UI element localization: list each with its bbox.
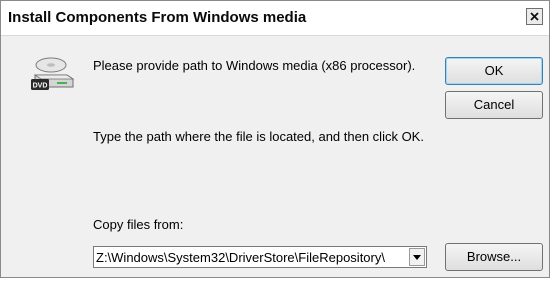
ok-button[interactable]: OK — [445, 57, 543, 85]
copy-files-label: Copy files from: — [93, 217, 184, 232]
install-components-dialog: Install Components From Windows media DV… — [0, 0, 550, 278]
dvd-badge: DVD — [33, 83, 48, 90]
path-combobox[interactable]: Z:\Windows\System32\DriverStore\FileRepo… — [93, 246, 427, 268]
title-separator — [1, 35, 549, 36]
title-bar[interactable]: Install Components From Windows media — [1, 1, 549, 35]
close-button[interactable] — [526, 8, 543, 25]
cancel-button[interactable]: Cancel — [445, 91, 543, 119]
prompt-text: Please provide path to Windows media (x8… — [93, 58, 416, 73]
browse-button[interactable]: Browse... — [445, 243, 543, 271]
dropdown-button[interactable] — [409, 248, 425, 266]
instruction-text: Type the path where the file is located,… — [93, 129, 424, 144]
dvd-drive-icon: DVD — [31, 57, 75, 90]
chevron-down-icon — [413, 255, 421, 260]
path-value[interactable]: Z:\Windows\System32\DriverStore\FileRepo… — [96, 250, 406, 265]
close-icon — [530, 12, 539, 21]
window-title: Install Components From Windows media — [8, 9, 307, 26]
